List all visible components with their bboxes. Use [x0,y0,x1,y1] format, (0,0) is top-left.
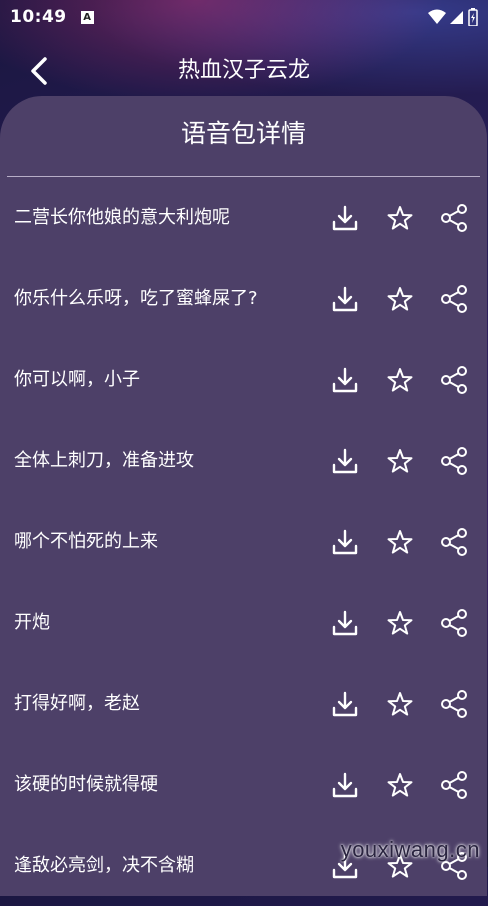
share-icon [441,690,467,718]
share-button[interactable] [437,525,471,559]
favorite-button[interactable] [383,201,417,235]
favorite-button[interactable] [383,768,417,802]
battery-icon [468,8,478,26]
download-icon [332,367,358,393]
voice-item-label[interactable]: 该硬的时候就得硬 [14,744,158,825]
voice-item[interactable]: 你可以啊，小子 [0,339,487,420]
voice-item-label[interactable]: 全体上刺刀，准备进攻 [14,420,194,501]
download-button[interactable] [328,282,362,316]
watermark: youxiwang.cn [340,837,480,862]
share-button[interactable] [437,687,471,721]
voice-item[interactable]: 开炮 [0,582,487,663]
panel-title: 语音包详情 [180,119,306,148]
star-icon [387,287,413,311]
download-icon [332,448,358,474]
voice-item[interactable]: 该硬的时候就得硬 [0,744,487,825]
share-button[interactable] [437,768,471,802]
star-icon [387,530,413,554]
download-icon [332,286,358,312]
voice-item-label[interactable]: 你乐什么乐呀，吃了蜜蜂屎了? [14,258,258,339]
voice-item-label[interactable]: 二营长你他娘的意大利炮呢 [14,177,230,258]
voice-item-label[interactable]: 哪个不怕死的上来 [14,501,158,582]
download-button[interactable] [328,606,362,640]
star-icon [387,611,413,635]
star-icon [387,773,413,797]
favorite-button[interactable] [383,606,417,640]
share-icon [441,771,467,799]
voice-item-label[interactable]: 你可以啊，小子 [14,339,140,420]
star-icon [387,692,413,716]
voice-item-label[interactable]: 逢敌必亮剑，决不含糊 [14,825,194,906]
download-button[interactable] [328,687,362,721]
share-icon [441,204,467,232]
share-button[interactable] [437,201,471,235]
download-icon [332,205,358,231]
favorite-button[interactable] [383,282,417,316]
share-button[interactable] [437,282,471,316]
star-icon [387,368,413,392]
favorite-button[interactable] [383,687,417,721]
share-icon [441,447,467,475]
status-icons [428,8,478,26]
favorite-button[interactable] [383,525,417,559]
download-icon [332,691,358,717]
star-icon [387,206,413,230]
favorite-button[interactable] [383,444,417,478]
voice-item-label[interactable]: 打得好啊，老赵 [14,663,140,744]
download-button[interactable] [328,363,362,397]
share-button[interactable] [437,363,471,397]
voice-item-label[interactable]: 开炮 [14,582,50,663]
share-button[interactable] [437,444,471,478]
download-icon [332,772,358,798]
signal-icon [450,11,463,24]
voice-item[interactable]: 哪个不怕死的上来 [0,501,487,582]
page-title: 热血汉子云龙 [177,58,310,83]
share-icon [441,609,467,637]
wifi-icon [428,9,446,24]
download-button[interactable] [328,525,362,559]
download-button[interactable] [328,201,362,235]
favorite-button[interactable] [383,363,417,397]
status-bar: 10:49 A [0,0,488,34]
share-icon [441,528,467,556]
title-bar: 热血汉子云龙 [0,48,488,96]
download-icon [332,529,358,555]
status-time: 10:49 [10,7,67,27]
voice-item[interactable]: 二营长你他娘的意大利炮呢 [0,177,487,258]
voice-item[interactable]: 你乐什么乐呀，吃了蜜蜂屎了? [0,258,487,339]
download-button[interactable] [328,768,362,802]
share-icon [441,366,467,394]
voice-item[interactable]: 全体上刺刀，准备进攻 [0,420,487,501]
download-button[interactable] [328,444,362,478]
download-icon [332,610,358,636]
voice-pack-panel: 语音包详情 二营长你他娘的意大利炮呢 你乐什么乐呀，吃了蜜蜂屎了? 你可以啊，小子全… [0,96,487,896]
share-icon [441,285,467,313]
star-icon [387,449,413,473]
voice-item[interactable]: 打得好啊，老赵 [0,663,487,744]
share-button[interactable] [437,606,471,640]
notification-icon: A [80,10,94,24]
